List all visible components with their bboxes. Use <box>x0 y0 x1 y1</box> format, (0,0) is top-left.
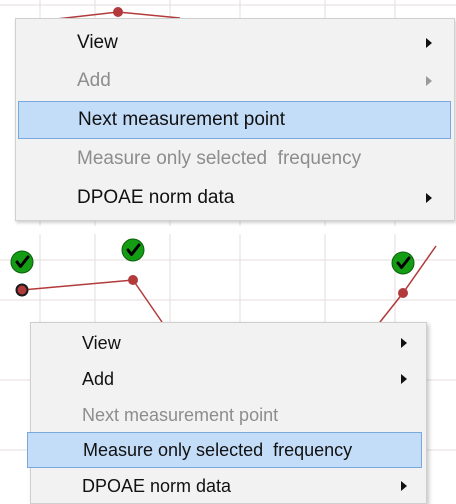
menu-item-label: Next measurement point <box>82 404 279 425</box>
menu-item-next-measurement-point[interactable]: Next measurement point <box>18 101 451 139</box>
menu-item-label: DPOAE norm data <box>77 187 235 208</box>
menu-item-dpoae-norm-data[interactable]: DPOAE norm data <box>31 468 426 504</box>
submenu-arrow-icon <box>426 76 432 86</box>
data-point[interactable] <box>113 7 123 17</box>
menu-item-label: Add <box>82 368 115 389</box>
data-point[interactable] <box>398 288 408 298</box>
menu-item-measure-only-selected-frequency: Measure only selected frequency <box>16 140 454 178</box>
selected-data-point[interactable] <box>15 283 29 297</box>
menu-item-view[interactable]: View <box>16 24 454 62</box>
menu-item-view[interactable]: View <box>31 325 426 361</box>
submenu-arrow-icon <box>426 193 432 203</box>
context-menu-bottom: View Add Next measurement point Measure … <box>27 322 427 504</box>
menu-item-add: Add <box>16 62 454 100</box>
menu-item-dpoae-norm-data[interactable]: DPOAE norm data <box>16 179 454 217</box>
menu-item-label: View <box>82 332 121 353</box>
menu-item-label: View <box>77 32 118 53</box>
menu-item-label: Measure only selected frequency <box>83 439 353 460</box>
menu-item-label: DPOAE norm data <box>82 475 232 496</box>
menu-item-next-measurement-point: Next measurement point <box>31 397 426 433</box>
menu-item-label: Measure only selected frequency <box>77 148 362 169</box>
menu-item-label: Next measurement point <box>78 109 285 130</box>
submenu-arrow-icon <box>401 338 407 348</box>
menu-item-add[interactable]: Add <box>31 361 426 397</box>
panel-separator <box>0 226 456 234</box>
check-icon <box>121 238 145 262</box>
menu-item-label: Add <box>77 70 111 91</box>
data-point[interactable] <box>128 275 138 285</box>
submenu-arrow-icon <box>426 38 432 48</box>
submenu-arrow-icon <box>401 374 407 384</box>
graph-line-bottom <box>21 245 437 323</box>
check-icon <box>391 251 415 275</box>
context-menu-top: View Add Next measurement point Measure … <box>15 18 455 221</box>
submenu-arrow-icon <box>401 481 407 491</box>
menu-item-measure-only-selected-frequency[interactable]: Measure only selected frequency <box>27 432 422 468</box>
check-icon <box>10 250 34 274</box>
